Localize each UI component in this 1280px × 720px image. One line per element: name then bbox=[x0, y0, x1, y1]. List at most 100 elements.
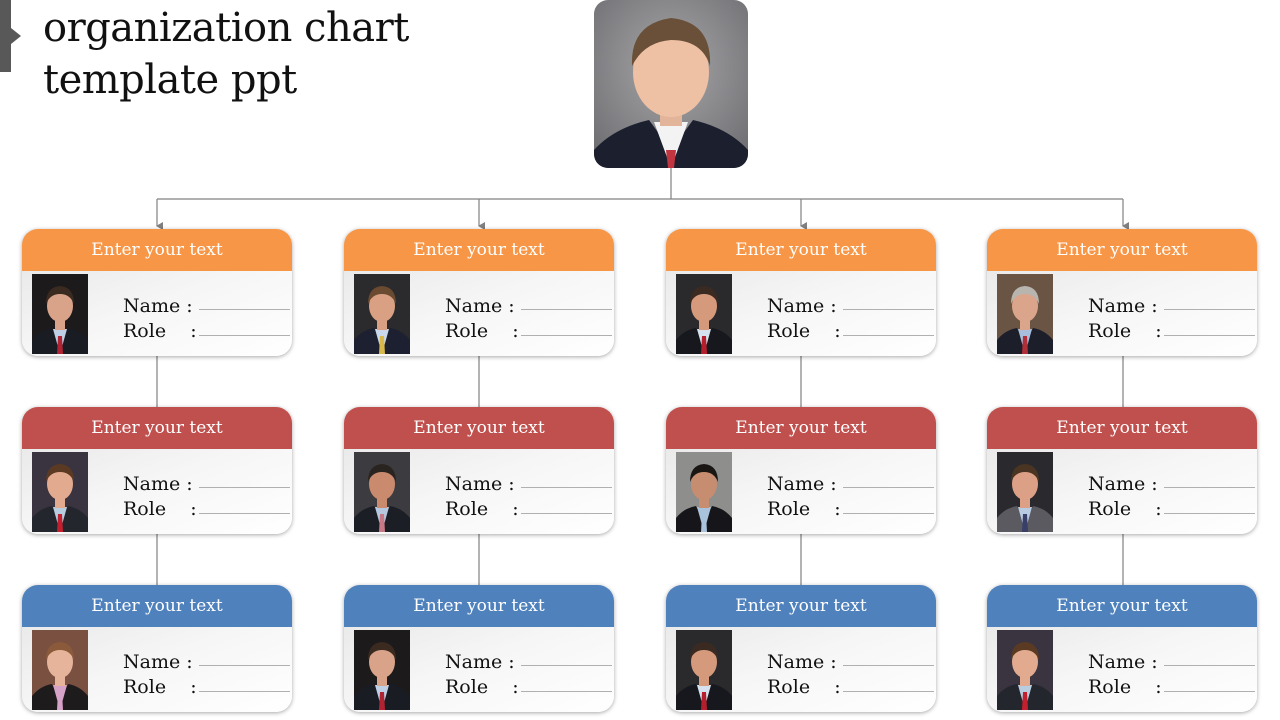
slide-title: organization chart template ppt bbox=[43, 5, 409, 103]
role-field[interactable] bbox=[843, 691, 934, 692]
card-header[interactable]: Enter your text bbox=[22, 229, 292, 271]
name-field[interactable] bbox=[199, 665, 290, 666]
role-label: Role : bbox=[123, 676, 197, 698]
name-field[interactable] bbox=[199, 309, 290, 310]
person-photo-icon bbox=[32, 452, 88, 532]
card-photo[interactable] bbox=[997, 452, 1053, 532]
role-field[interactable] bbox=[1164, 691, 1255, 692]
org-card-c3-r1[interactable]: Enter your text Name : Role : bbox=[666, 229, 936, 356]
name-field[interactable] bbox=[843, 487, 934, 488]
name-field[interactable] bbox=[521, 487, 612, 488]
org-card-c2-r1[interactable]: Enter your text Name : Role : bbox=[344, 229, 614, 356]
role-field[interactable] bbox=[521, 513, 612, 514]
card-photo[interactable] bbox=[32, 630, 88, 710]
name-label: Name : bbox=[767, 651, 837, 673]
name-label: Name : bbox=[1088, 473, 1158, 495]
org-card-c3-r2[interactable]: Enter your text Name : Role : bbox=[666, 407, 936, 534]
role-field[interactable] bbox=[843, 513, 934, 514]
card-header[interactable]: Enter your text bbox=[344, 229, 614, 271]
card-header[interactable]: Enter your text bbox=[666, 229, 936, 271]
person-photo-icon bbox=[676, 452, 732, 532]
name-label: Name : bbox=[123, 473, 193, 495]
name-field[interactable] bbox=[1164, 309, 1255, 310]
person-photo-icon bbox=[32, 274, 88, 354]
top-executive-photo[interactable] bbox=[594, 0, 748, 168]
card-photo[interactable] bbox=[997, 274, 1053, 354]
role-label: Role : bbox=[1088, 676, 1162, 698]
role-label: Role : bbox=[767, 320, 841, 342]
org-card-c4-r2[interactable]: Enter your text Name : Role : bbox=[987, 407, 1257, 534]
person-photo-icon bbox=[676, 274, 732, 354]
role-field[interactable] bbox=[199, 335, 290, 336]
name-label: Name : bbox=[445, 295, 515, 317]
role-field[interactable] bbox=[1164, 335, 1255, 336]
card-photo[interactable] bbox=[32, 452, 88, 532]
card-header[interactable]: Enter your text bbox=[666, 407, 936, 449]
role-label: Role : bbox=[123, 320, 197, 342]
name-field[interactable] bbox=[521, 665, 612, 666]
name-label: Name : bbox=[445, 651, 515, 673]
role-field[interactable] bbox=[199, 691, 290, 692]
card-header[interactable]: Enter your text bbox=[666, 585, 936, 627]
person-photo-icon bbox=[354, 630, 410, 710]
person-photo-icon bbox=[594, 0, 748, 168]
person-photo-icon bbox=[997, 274, 1053, 354]
role-label: Role : bbox=[767, 498, 841, 520]
card-photo[interactable] bbox=[354, 274, 410, 354]
card-photo[interactable] bbox=[354, 452, 410, 532]
role-label: Role : bbox=[445, 676, 519, 698]
org-card-c1-r2[interactable]: Enter your text Name : Role : bbox=[22, 407, 292, 534]
person-photo-icon bbox=[676, 630, 732, 710]
card-photo[interactable] bbox=[676, 274, 732, 354]
person-photo-icon bbox=[997, 452, 1053, 532]
card-header[interactable]: Enter your text bbox=[987, 585, 1257, 627]
name-field[interactable] bbox=[843, 309, 934, 310]
card-header[interactable]: Enter your text bbox=[344, 585, 614, 627]
card-header[interactable]: Enter your text bbox=[344, 407, 614, 449]
card-header[interactable]: Enter your text bbox=[22, 407, 292, 449]
org-card-c2-r3[interactable]: Enter your text Name : Role : bbox=[344, 585, 614, 712]
name-field[interactable] bbox=[199, 487, 290, 488]
person-photo-icon bbox=[32, 630, 88, 710]
name-label: Name : bbox=[445, 473, 515, 495]
org-card-c1-r1[interactable]: Enter your text Name : Role : bbox=[22, 229, 292, 356]
name-label: Name : bbox=[123, 651, 193, 673]
role-field[interactable] bbox=[199, 513, 290, 514]
role-label: Role : bbox=[1088, 498, 1162, 520]
org-card-c3-r3[interactable]: Enter your text Name : Role : bbox=[666, 585, 936, 712]
role-field[interactable] bbox=[521, 691, 612, 692]
card-photo[interactable] bbox=[32, 274, 88, 354]
card-header[interactable]: Enter your text bbox=[987, 407, 1257, 449]
role-label: Role : bbox=[123, 498, 197, 520]
card-header[interactable]: Enter your text bbox=[987, 229, 1257, 271]
org-card-c4-r3[interactable]: Enter your text Name : Role : bbox=[987, 585, 1257, 712]
name-label: Name : bbox=[1088, 295, 1158, 317]
person-photo-icon bbox=[354, 274, 410, 354]
person-photo-icon bbox=[354, 452, 410, 532]
name-label: Name : bbox=[1088, 651, 1158, 673]
name-field[interactable] bbox=[521, 309, 612, 310]
role-label: Role : bbox=[767, 676, 841, 698]
card-photo[interactable] bbox=[354, 630, 410, 710]
role-field[interactable] bbox=[1164, 513, 1255, 514]
card-header[interactable]: Enter your text bbox=[22, 585, 292, 627]
name-label: Name : bbox=[767, 295, 837, 317]
name-field[interactable] bbox=[1164, 665, 1255, 666]
org-card-c2-r2[interactable]: Enter your text Name : Role : bbox=[344, 407, 614, 534]
role-label: Role : bbox=[445, 320, 519, 342]
card-photo[interactable] bbox=[676, 630, 732, 710]
side-tab-marker bbox=[0, 0, 21, 72]
card-photo[interactable] bbox=[997, 630, 1053, 710]
name-field[interactable] bbox=[1164, 487, 1255, 488]
role-label: Role : bbox=[1088, 320, 1162, 342]
role-field[interactable] bbox=[521, 335, 612, 336]
name-label: Name : bbox=[123, 295, 193, 317]
role-field[interactable] bbox=[843, 335, 934, 336]
name-label: Name : bbox=[767, 473, 837, 495]
person-photo-icon bbox=[997, 630, 1053, 710]
card-photo[interactable] bbox=[676, 452, 732, 532]
role-label: Role : bbox=[445, 498, 519, 520]
name-field[interactable] bbox=[843, 665, 934, 666]
org-card-c4-r1[interactable]: Enter your text Name : Role : bbox=[987, 229, 1257, 356]
org-card-c1-r3[interactable]: Enter your text Name : Role : bbox=[22, 585, 292, 712]
